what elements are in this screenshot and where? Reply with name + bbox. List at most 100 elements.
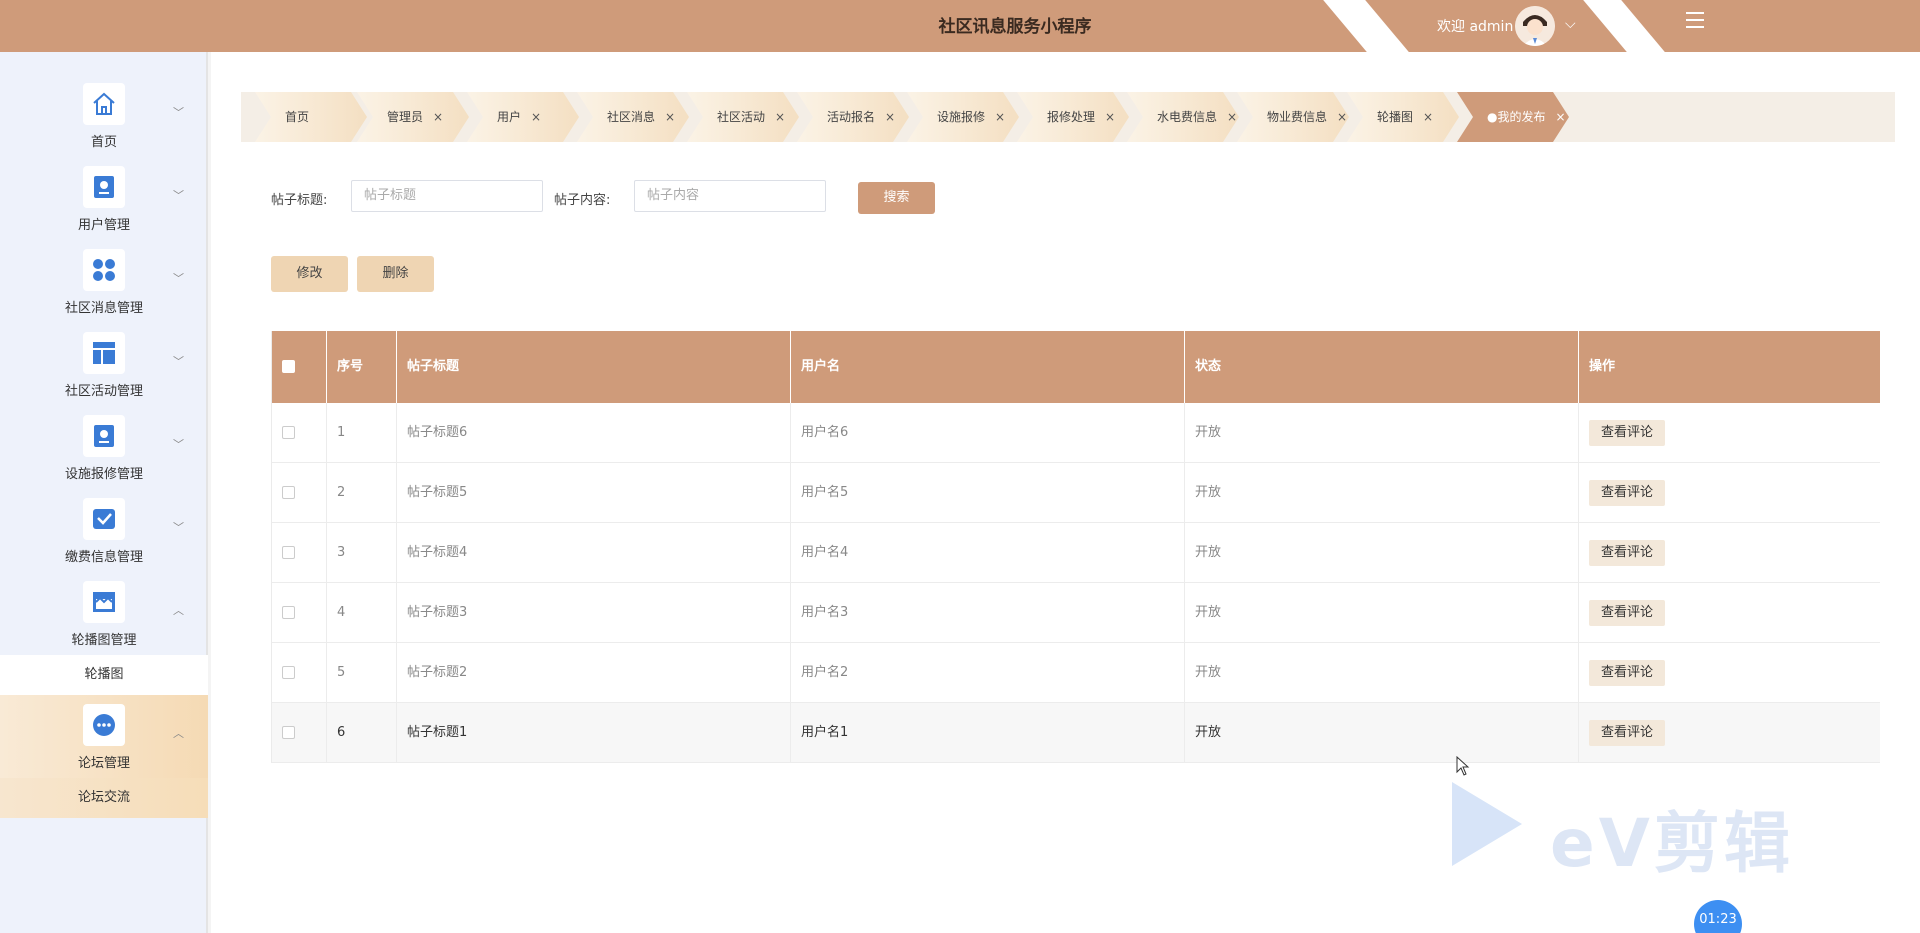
row-checkbox[interactable] bbox=[282, 726, 295, 739]
post-title-label: 帖子标题: bbox=[271, 193, 328, 208]
tab-my-posts[interactable]: ●我的发布 × bbox=[1457, 92, 1569, 142]
view-comments-button[interactable]: 查看评论 bbox=[1589, 600, 1665, 626]
view-comments-button[interactable]: 查看评论 bbox=[1589, 540, 1665, 566]
row-title: 帖子标题1 bbox=[397, 703, 791, 763]
tab-facility-repair[interactable]: 设施报修 × bbox=[907, 92, 1019, 142]
column-header-title[interactable]: 帖子标题 bbox=[397, 331, 791, 403]
row-username: 用户名6 bbox=[791, 403, 1185, 463]
row-index: 6 bbox=[327, 703, 397, 763]
view-comments-button[interactable]: 查看评论 bbox=[1589, 420, 1665, 446]
watermark-play-icon bbox=[1452, 782, 1522, 866]
sidebar-item-home[interactable]: 首页 ﹀ bbox=[0, 74, 208, 157]
sidebar-item-label: 缴费信息管理 bbox=[64, 550, 143, 565]
table-row: 1 帖子标题6 用户名6 开放 查看评论 bbox=[272, 403, 1880, 463]
column-header-index[interactable]: 序号 bbox=[327, 331, 397, 403]
delete-button[interactable]: 删除 bbox=[357, 256, 434, 292]
layout-icon bbox=[83, 332, 125, 374]
row-status: 开放 bbox=[1185, 703, 1579, 763]
tab-utility-fees[interactable]: 水电费信息 × bbox=[1127, 92, 1239, 142]
row-index: 5 bbox=[327, 643, 397, 703]
close-icon[interactable]: × bbox=[1337, 110, 1347, 124]
close-icon[interactable]: × bbox=[1105, 110, 1115, 124]
close-icon[interactable]: × bbox=[1555, 110, 1565, 124]
sidebar-subitem-forum[interactable]: 论坛交流 bbox=[0, 778, 208, 818]
post-content-label: 帖子内容: bbox=[554, 193, 611, 208]
tab-users[interactable]: 用户 × bbox=[467, 92, 579, 142]
sidebar-item-label: 用户管理 bbox=[77, 218, 130, 233]
tab-property-fees[interactable]: 物业费信息 × bbox=[1237, 92, 1349, 142]
view-comments-button[interactable]: 查看评论 bbox=[1589, 720, 1665, 746]
sidebar-item-label: 设施报修管理 bbox=[64, 467, 143, 482]
sidebar-item-label: 论坛管理 bbox=[77, 756, 130, 771]
close-icon[interactable]: × bbox=[885, 110, 895, 124]
storefront-icon bbox=[83, 581, 125, 623]
close-icon[interactable]: × bbox=[665, 110, 675, 124]
chevron-down-icon: ﹀ bbox=[173, 272, 184, 285]
table-row: 3 帖子标题4 用户名4 开放 查看评论 bbox=[272, 523, 1880, 583]
chevron-down-icon: ﹀ bbox=[173, 189, 184, 202]
close-icon[interactable]: × bbox=[775, 110, 785, 124]
row-index: 4 bbox=[327, 583, 397, 643]
close-icon[interactable]: × bbox=[531, 110, 541, 124]
chevron-down-icon: ﹀ bbox=[173, 521, 184, 534]
row-status: 开放 bbox=[1185, 583, 1579, 643]
column-header-username[interactable]: 用户名 bbox=[791, 331, 1185, 403]
menu-toggle-icon[interactable] bbox=[1686, 12, 1704, 33]
forum-icon bbox=[83, 704, 125, 746]
close-icon[interactable]: × bbox=[995, 110, 1005, 124]
sidebar-item-label: 首页 bbox=[90, 135, 117, 150]
tab-repair-processing[interactable]: 报修处理 × bbox=[1017, 92, 1129, 142]
sidebar-item-community-activities[interactable]: 社区活动管理 ﹀ bbox=[0, 323, 208, 406]
chevron-down-icon: ﹀ bbox=[173, 438, 184, 451]
post-title-input[interactable]: 帖子标题 bbox=[351, 180, 543, 212]
chevron-up-icon: ︿ bbox=[173, 727, 184, 740]
view-comments-button[interactable]: 查看评论 bbox=[1589, 660, 1665, 686]
user-avatar-icon[interactable] bbox=[1515, 6, 1555, 46]
row-status: 开放 bbox=[1185, 523, 1579, 583]
sidebar-item-label: 社区活动管理 bbox=[64, 384, 143, 399]
view-comments-button[interactable]: 查看评论 bbox=[1589, 480, 1665, 506]
sidebar-item-facility-repair[interactable]: 设施报修管理 ﹀ bbox=[0, 406, 208, 489]
tab-community-news[interactable]: 社区消息 × bbox=[577, 92, 689, 142]
tab-home[interactable]: 首页 bbox=[255, 92, 367, 142]
sidebar-item-users[interactable]: 用户管理 ﹀ bbox=[0, 157, 208, 240]
row-checkbox[interactable] bbox=[282, 486, 295, 499]
row-checkbox[interactable] bbox=[282, 426, 295, 439]
row-checkbox[interactable] bbox=[282, 546, 295, 559]
sidebar-item-community-news[interactable]: 社区消息管理 ﹀ bbox=[0, 240, 208, 323]
row-index: 2 bbox=[327, 463, 397, 523]
row-username: 用户名1 bbox=[791, 703, 1185, 763]
table-row: 2 帖子标题5 用户名5 开放 查看评论 bbox=[272, 463, 1880, 523]
row-status: 开放 bbox=[1185, 403, 1579, 463]
welcome-text: 欢迎 admin bbox=[1437, 19, 1514, 35]
post-content-input[interactable]: 帖子内容 bbox=[634, 180, 826, 212]
sidebar-item-carousel[interactable]: 轮播图管理 ︿ bbox=[0, 572, 208, 655]
row-index: 1 bbox=[327, 403, 397, 463]
table-header: 序号 帖子标题 用户名 状态 操作 bbox=[272, 331, 1880, 403]
close-icon[interactable]: × bbox=[433, 110, 443, 124]
row-checkbox[interactable] bbox=[282, 606, 295, 619]
select-all-checkbox[interactable] bbox=[282, 360, 295, 373]
close-icon[interactable]: × bbox=[1227, 110, 1237, 124]
sidebar-subitem-carousel[interactable]: 轮播图 bbox=[0, 655, 208, 695]
chevron-down-icon: ﹀ bbox=[173, 106, 184, 119]
edit-button[interactable]: 修改 bbox=[271, 256, 348, 292]
column-header-status[interactable]: 状态 bbox=[1185, 331, 1579, 403]
sidebar-item-payment[interactable]: 缴费信息管理 ﹀ bbox=[0, 489, 208, 572]
row-title: 帖子标题4 bbox=[397, 523, 791, 583]
sidebar-item-forum[interactable]: 论坛管理 ︿ bbox=[0, 695, 208, 778]
close-icon[interactable]: × bbox=[1423, 110, 1433, 124]
tab-admin[interactable]: 管理员 × bbox=[357, 92, 469, 142]
chevron-down-icon[interactable]: ⌵ bbox=[1565, 16, 1576, 32]
tab-community-activities[interactable]: 社区活动 × bbox=[687, 92, 799, 142]
table-row: 4 帖子标题3 用户名3 开放 查看评论 bbox=[272, 583, 1880, 643]
row-checkbox[interactable] bbox=[282, 666, 295, 679]
table-row: 6 帖子标题1 用户名1 开放 查看评论 bbox=[272, 703, 1880, 763]
row-username: 用户名5 bbox=[791, 463, 1185, 523]
column-header-actions: 操作 bbox=[1589, 359, 1616, 374]
tab-carousel[interactable]: 轮播图 × bbox=[1347, 92, 1459, 142]
tab-activity-signup[interactable]: 活动报名 × bbox=[797, 92, 909, 142]
search-button[interactable]: 搜索 bbox=[858, 182, 935, 214]
row-status: 开放 bbox=[1185, 463, 1579, 523]
posts-table: 序号 帖子标题 用户名 状态 操作 1 帖子标题6 用户名6 开放 查看评论 2… bbox=[271, 331, 1880, 763]
